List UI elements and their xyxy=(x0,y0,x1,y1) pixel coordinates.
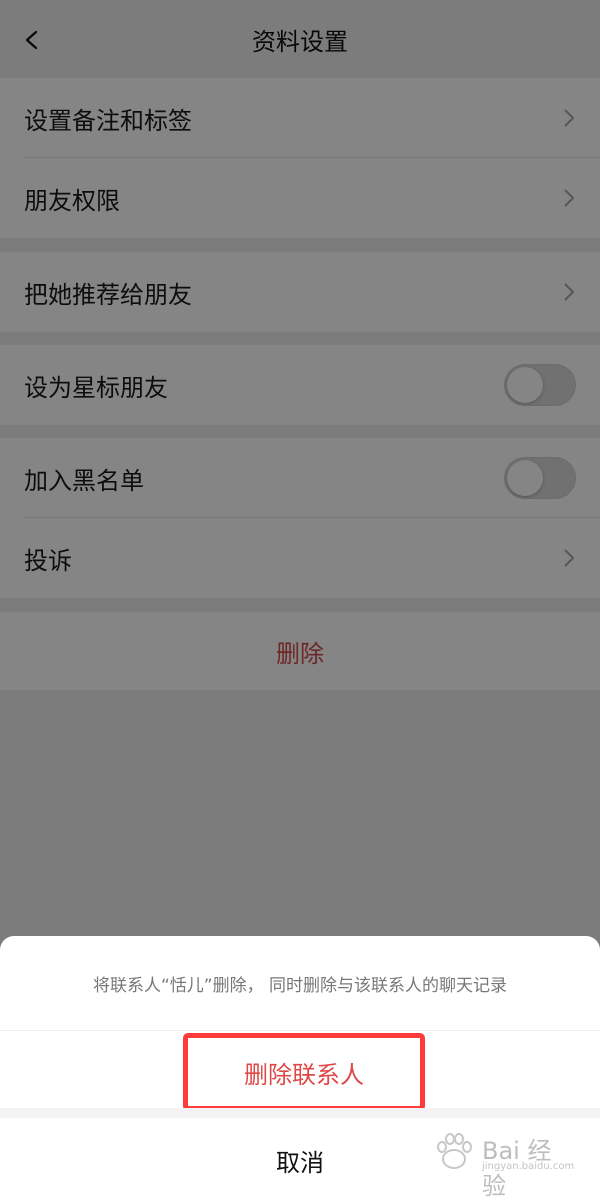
cancel-label: 取消 xyxy=(276,1149,324,1177)
separator-band xyxy=(0,1108,600,1118)
watermark-url: jingyan.baidu.com xyxy=(482,1161,575,1172)
delete-contact-label: 删除联系人 xyxy=(244,1060,364,1089)
delete-contact-button[interactable]: 删除联系人 xyxy=(183,1033,425,1111)
action-sheet-message: 将联系人“恬儿”删除， 同时删除与该联系人的聊天记录 xyxy=(92,975,508,996)
divider xyxy=(0,1030,600,1031)
paw-icon xyxy=(437,1133,472,1169)
baidu-jingyan-watermark: Bai 经验 jingyan.baidu.com xyxy=(430,1121,574,1200)
